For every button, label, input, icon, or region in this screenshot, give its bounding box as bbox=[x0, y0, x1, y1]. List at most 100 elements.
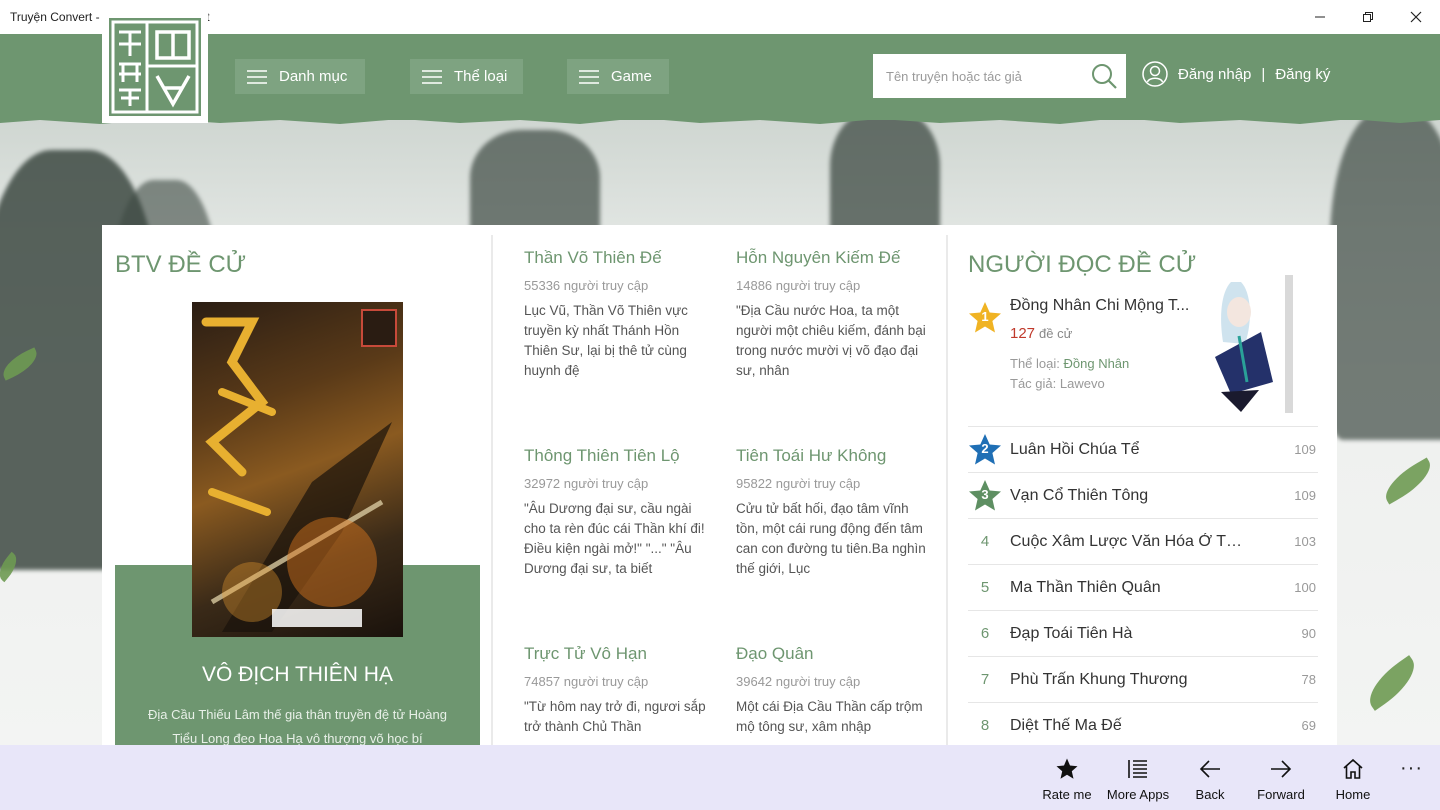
book-title[interactable]: Thông Thiên Tiên Lộ bbox=[524, 446, 714, 470]
book-views: 39642 người truy cập bbox=[736, 674, 861, 689]
home-icon bbox=[1343, 758, 1363, 779]
logo-glyph-icon bbox=[111, 20, 199, 114]
menu-icon bbox=[247, 69, 267, 84]
ranking-count: 100 bbox=[1294, 580, 1316, 595]
ranking-row[interactable]: 2 Luân Hồi Chúa Tể 109 bbox=[968, 426, 1318, 472]
minimize-icon bbox=[1315, 16, 1325, 18]
book-desc: "Âu Dương đại sư, cầu ngài cho ta rèn đú… bbox=[524, 501, 705, 576]
ranking-count: 109 bbox=[1294, 442, 1316, 457]
nav-the-loai[interactable]: Thể loại bbox=[410, 59, 523, 94]
book-card[interactable]: Hỗn Nguyên Kiếm Đế 14886 người truy cập … bbox=[736, 248, 926, 381]
book-card[interactable]: Đạo Quân 39642 người truy cập Một cái Đị… bbox=[736, 644, 926, 737]
account-area: Đăng nhập | Đăng ký bbox=[1142, 61, 1330, 87]
book-card[interactable]: Tiên Toái Hư Không 95822 người truy cập … bbox=[736, 446, 926, 579]
author-value: Lawevo bbox=[1059, 376, 1105, 391]
rank-number: 7 bbox=[980, 671, 990, 688]
reader-ranking-list: 2 Luân Hồi Chúa Tể 109 3 Vạn Cổ Thiên Tô… bbox=[968, 426, 1318, 748]
rate-me-button[interactable]: Rate me bbox=[1032, 757, 1102, 802]
book-title[interactable]: Đạo Quân bbox=[736, 644, 926, 668]
menu-icon bbox=[579, 69, 599, 84]
more-apps-button[interactable]: More Apps bbox=[1103, 757, 1173, 802]
close-button[interactable] bbox=[1392, 0, 1440, 34]
top-ranked-book[interactable]: 1 Đồng Nhân Chi Mộng T... 127 đề cử Thể l… bbox=[968, 275, 1318, 427]
login-link[interactable]: Đăng nhập bbox=[1178, 66, 1251, 83]
nav-label: Thể loại bbox=[454, 68, 508, 85]
ranking-row[interactable]: 6 Đạp Toái Tiên Hà 90 bbox=[968, 610, 1318, 656]
ranking-title[interactable]: Đạp Toái Tiên Hà bbox=[1010, 625, 1250, 643]
more-options-button[interactable]: ··· bbox=[1400, 757, 1423, 780]
rank-number: 3 bbox=[981, 486, 989, 502]
top-book-votes: 127 đề cử bbox=[1010, 325, 1072, 342]
ranking-row[interactable]: 4 Cuộc Xâm Lược Văn Hóa Ở Thế... 103 bbox=[968, 518, 1318, 564]
book-desc: Cửu tử bất hối, đạo tâm vĩnh tồn, một cá… bbox=[736, 501, 926, 576]
ranking-title[interactable]: Luân Hồi Chúa Tể bbox=[1010, 441, 1250, 459]
featured-book-title[interactable]: VÔ ĐỊCH THIÊN HẠ bbox=[115, 663, 480, 687]
ranking-row[interactable]: 3 Vạn Cổ Thiên Tông 109 bbox=[968, 472, 1318, 518]
forward-button[interactable]: Forward bbox=[1246, 757, 1316, 802]
star-icon bbox=[1056, 758, 1078, 779]
book-card[interactable]: Thần Võ Thiên Đế 55336 người truy cập Lụ… bbox=[524, 248, 714, 381]
book-card[interactable]: Thông Thiên Tiên Lộ 32972 người truy cập… bbox=[524, 446, 714, 579]
book-desc: Một cái Địa Cầu Thần cấp trộm mộ tông sư… bbox=[736, 699, 923, 734]
top-book-genre: Thể loại: Đồng Nhân bbox=[1010, 356, 1129, 371]
rank-number: 6 bbox=[980, 625, 990, 642]
site-logo[interactable] bbox=[102, 11, 208, 123]
back-label: Back bbox=[1195, 787, 1225, 802]
home-button[interactable]: Home bbox=[1318, 757, 1388, 802]
back-button[interactable]: Back bbox=[1175, 757, 1245, 802]
votes-label: đề cử bbox=[1039, 326, 1073, 341]
separator: | bbox=[1261, 65, 1266, 83]
home-label: Home bbox=[1335, 787, 1371, 802]
ranking-count: 78 bbox=[1301, 672, 1316, 687]
rank-number: 8 bbox=[980, 717, 990, 734]
ranking-count: 103 bbox=[1294, 534, 1316, 549]
book-views: 95822 người truy cập bbox=[736, 476, 861, 491]
green-star-icon: 3 bbox=[968, 479, 1002, 513]
featured-book-desc: Địa Cầu Thiếu Lâm thế gia thân truyền đệ… bbox=[148, 707, 447, 746]
author-label: Tác giả: bbox=[1010, 376, 1057, 391]
ranking-row[interactable]: 5 Ma Thần Thiên Quân 100 bbox=[968, 564, 1318, 610]
book-title[interactable]: Trực Tử Vô Hạn bbox=[524, 644, 714, 668]
ranking-title[interactable]: Diệt Thế Ma Đế bbox=[1010, 717, 1250, 735]
book-card[interactable]: Trực Tử Vô Hạn 74857 người truy cập "Từ … bbox=[524, 644, 714, 737]
ranking-title[interactable]: Cuộc Xâm Lược Văn Hóa Ở Thế... bbox=[1010, 533, 1250, 551]
search-input[interactable] bbox=[873, 68, 1083, 84]
rank-number: 1 bbox=[981, 309, 989, 324]
top-book-title[interactable]: Đồng Nhân Chi Mộng T... bbox=[1010, 297, 1190, 315]
book-desc: Lục Vũ, Thần Võ Thiên vực truyền kỳ nhất… bbox=[524, 303, 688, 378]
ranking-count: 90 bbox=[1301, 626, 1316, 641]
nav-label: Game bbox=[611, 68, 652, 85]
register-link[interactable]: Đăng ký bbox=[1275, 66, 1330, 83]
ranking-row[interactable]: 8 Diệt Thế Ma Đế 69 bbox=[968, 702, 1318, 748]
ranking-count: 109 bbox=[1294, 488, 1316, 503]
ranking-row[interactable]: 7 Phù Trấn Khung Thương 78 bbox=[968, 656, 1318, 702]
minimize-button[interactable] bbox=[1296, 0, 1344, 34]
book-views: 74857 người truy cập bbox=[524, 674, 649, 689]
mountain-shape bbox=[1330, 120, 1440, 440]
ranking-title[interactable]: Phù Trấn Khung Thương bbox=[1010, 671, 1250, 689]
leaf-decoration bbox=[1378, 457, 1438, 505]
ranking-title[interactable]: Ma Thần Thiên Quân bbox=[1010, 579, 1250, 597]
btv-section-title: BTV ĐỀ CỬ bbox=[115, 251, 247, 278]
restore-button[interactable] bbox=[1344, 0, 1392, 34]
featured-book-cover[interactable] bbox=[192, 302, 403, 637]
book-views: 32972 người truy cập bbox=[524, 476, 649, 491]
list-icon bbox=[1128, 760, 1147, 778]
menu-icon bbox=[422, 69, 442, 84]
more-apps-label: More Apps bbox=[1106, 787, 1170, 802]
book-title[interactable]: Tiên Toái Hư Không bbox=[736, 446, 926, 470]
book-title[interactable]: Thần Võ Thiên Đế bbox=[524, 248, 714, 272]
nav-game[interactable]: Game bbox=[567, 59, 669, 94]
book-title[interactable]: Hỗn Nguyên Kiếm Đế bbox=[736, 248, 926, 272]
ranking-count: 69 bbox=[1301, 718, 1316, 733]
nav-danh-muc[interactable]: Danh mục bbox=[235, 59, 365, 94]
column-divider bbox=[946, 235, 948, 745]
top-book-cover-thumbnail[interactable] bbox=[1201, 272, 1301, 417]
search-icon[interactable] bbox=[1090, 62, 1118, 90]
leaf-decoration bbox=[1359, 655, 1425, 711]
rank-number: 4 bbox=[980, 533, 990, 550]
ranking-title[interactable]: Vạn Cổ Thiên Tông bbox=[1010, 487, 1250, 505]
back-arrow-icon bbox=[1199, 760, 1220, 778]
genre-label: Thể loại: bbox=[1010, 356, 1060, 371]
genre-value[interactable]: Đồng Nhân bbox=[1064, 356, 1130, 371]
